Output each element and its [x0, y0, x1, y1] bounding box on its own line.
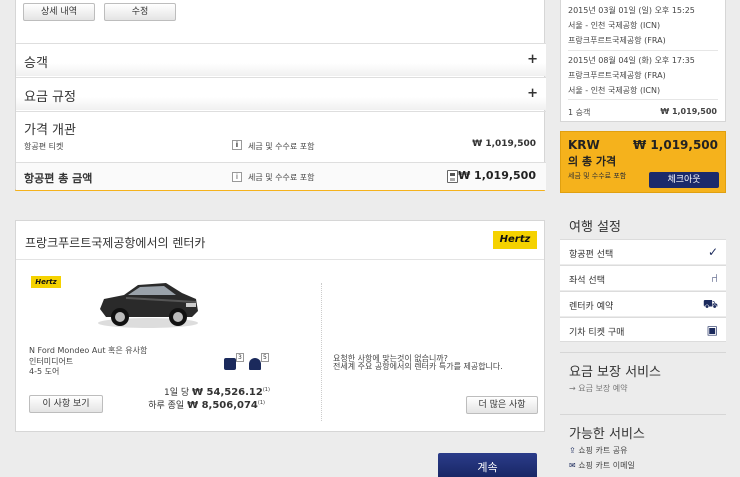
total-currency: KRW: [568, 138, 600, 152]
expand-fare-rules-icon[interactable]: +: [527, 86, 538, 101]
per-day-line: 1일 당 ₩ 54,526.12(1): [164, 385, 270, 398]
itinerary-price: ₩ 1,019,500: [660, 107, 717, 116]
divider: [560, 352, 726, 353]
flight-total-label: 항공편 총 금액: [24, 172, 93, 185]
fare-guarantee-title: 요금 보장 서비스: [569, 365, 661, 380]
details-button[interactable]: 상세 내역: [23, 3, 95, 21]
seat-count-icon: [249, 358, 261, 370]
total-taxes-label: 세금 및 수수료 포함: [248, 173, 315, 182]
total-taxes: 세금 및 수수료 포함: [568, 172, 627, 180]
per-day-label: 1일 당: [164, 388, 190, 398]
info-icon[interactable]: i: [232, 140, 242, 150]
email-cart-label: 쇼핑 카트 이메일: [578, 461, 635, 470]
inbound-from: 프랑크푸르트국제공항 (FRA): [568, 71, 666, 80]
divider: [16, 259, 544, 260]
rental-total-price: ₩ 8,506,074: [187, 400, 258, 411]
flight-ticket-price: ₩ 1,019,500: [472, 139, 536, 149]
calculator-icon[interactable]: [447, 170, 458, 183]
price-overview: 가격 개관 항공편 티켓 i 세금 및 수수료 포함 ₩ 1,019,500: [16, 111, 546, 161]
sidebar-item-label: 기차 티켓 구매: [569, 328, 625, 338]
passengers-row[interactable]: 승객 +: [16, 43, 546, 76]
modify-button[interactable]: 수정: [104, 3, 176, 21]
sidebar-item-flight-select[interactable]: 항공편 선택 ✓: [560, 239, 726, 264]
share-icon: ⇪: [569, 446, 576, 455]
travel-settings: 여행 설정 항공편 선택 ✓ 좌석 선택 ⑁ 렌터카 예약 ⛟ 기차 티켓 구매…: [560, 205, 726, 342]
email-cart-link[interactable]: ✉ 쇼핑 카트 이메일: [569, 460, 635, 471]
rental-title: 프랑크푸르트국제공항에서의 렌터카: [25, 236, 206, 250]
fare-guarantee-section: 요금 보장 서비스 → 요금 보장 예약: [560, 352, 726, 402]
rental-total-footnote: (1): [257, 400, 265, 406]
taxes-label: 세금 및 수수료 포함: [248, 142, 315, 151]
hertz-logo: Hertz: [493, 231, 537, 249]
offer-text: 전세계 주요 공항에서의 렌터카 특가를 제공합니다.: [333, 362, 503, 371]
view-offer-button[interactable]: 이 사항 보기: [29, 395, 103, 413]
vertical-divider: [321, 283, 322, 421]
rental-car-panel: 프랑크푸르트국제공항에서의 렌터카 Hertz Hertz N Ford Mon…: [15, 220, 545, 432]
sidebar-item-car-rental[interactable]: 렌터카 예약 ⛟: [560, 291, 726, 316]
flight-ticket-label: 항공편 티켓: [24, 142, 64, 151]
expand-passengers-icon[interactable]: +: [527, 52, 538, 67]
total-amount: ₩ 1,019,500: [633, 138, 718, 152]
passenger-count: 1 승객: [568, 108, 591, 117]
share-cart-link[interactable]: ⇪ 쇼핑 카트 공유: [569, 445, 628, 456]
outbound-from: 서울 - 인천 국제공항 (ICN): [568, 21, 661, 30]
luggage-icon: [224, 358, 236, 370]
inbound-datetime: 2015년 08월 04일 (화) 오후 17:35: [568, 56, 695, 65]
services-title: 가능한 서비스: [569, 427, 645, 442]
flight-total-price: ₩ 1,019,500: [458, 169, 536, 182]
hertz-small-logo: Hertz: [31, 276, 61, 288]
flight-summary-panel: 상세 내역 수정 승객 + 요금 규정 + 가격 개관 항공편 티켓 i 세금 …: [15, 0, 546, 191]
seat-count: 5: [261, 353, 269, 362]
more-offers-button[interactable]: 더 많은 사항: [466, 396, 538, 414]
info-icon[interactable]: i: [232, 172, 242, 182]
divider: [568, 99, 718, 100]
total-label: 의 총 가격: [568, 155, 617, 168]
itinerary-panel: 2015년 03월 01일 (일) 오후 15:25 서울 - 인천 국제공항 …: [560, 0, 726, 122]
seat-icon: ⑁: [710, 271, 718, 285]
travel-settings-title: 여행 설정: [569, 220, 621, 235]
car-name: N Ford Mondeo Aut 혹은 유사함: [29, 346, 148, 355]
per-day-footnote: (1): [262, 387, 270, 393]
sidebar-item-train-ticket[interactable]: 기차 티켓 구매 ▣: [560, 317, 726, 342]
fare-guarantee-link-label: 요금 보장 예약: [578, 384, 628, 393]
email-icon: ✉: [569, 461, 576, 470]
per-day-price: ₩ 54,526.12: [192, 387, 263, 398]
fare-rules-title: 요금 규정: [24, 90, 76, 105]
car-doors: 4-5 도어: [29, 367, 60, 376]
checkmark-icon: ✓: [707, 245, 718, 259]
sidebar-item-label: 항공편 선택: [569, 250, 614, 260]
services-section: 가능한 서비스 ⇪ 쇼핑 카트 공유 ✉ 쇼핑 카트 이메일: [560, 414, 726, 477]
fare-rules-row[interactable]: 요금 규정 +: [16, 77, 546, 110]
car-icon: ⛟: [702, 297, 718, 311]
total-price-box: KRW ₩ 1,019,500 의 총 가격 세금 및 수수료 포함 체크아웃: [560, 131, 726, 193]
fare-guarantee-link[interactable]: → 요금 보장 예약: [569, 383, 628, 394]
divider: [560, 414, 726, 415]
rental-total-label: 하루 종일: [148, 401, 185, 411]
total-line: 하루 종일 ₩ 8,506,074(1): [134, 398, 265, 411]
outbound-to: 프랑크푸르트국제공항 (FRA): [568, 36, 666, 45]
price-overview-title: 가격 개관: [24, 123, 76, 138]
share-cart-label: 쇼핑 카트 공유: [578, 446, 628, 455]
flight-total-row: 항공편 총 금액 i 세금 및 수수료 포함 ₩ 1,019,500: [16, 162, 546, 190]
luggage-count: 3: [236, 353, 244, 362]
sidebar-item-label: 렌터카 예약: [569, 302, 614, 312]
divider: [568, 50, 718, 51]
train-icon: ▣: [706, 323, 718, 337]
car-image: [98, 283, 198, 328]
arrow-right-icon: →: [569, 384, 576, 393]
outbound-datetime: 2015년 03월 01일 (일) 오후 15:25: [568, 6, 695, 15]
sidebar-item-seat-select[interactable]: 좌석 선택 ⑁: [560, 265, 726, 290]
passengers-title: 승객: [24, 56, 48, 71]
sidebar-item-label: 좌석 선택: [569, 276, 605, 286]
continue-button[interactable]: 계속: [438, 453, 537, 477]
checkout-button[interactable]: 체크아웃: [649, 172, 719, 188]
inbound-to: 서울 - 인천 국제공항 (ICN): [568, 86, 661, 95]
